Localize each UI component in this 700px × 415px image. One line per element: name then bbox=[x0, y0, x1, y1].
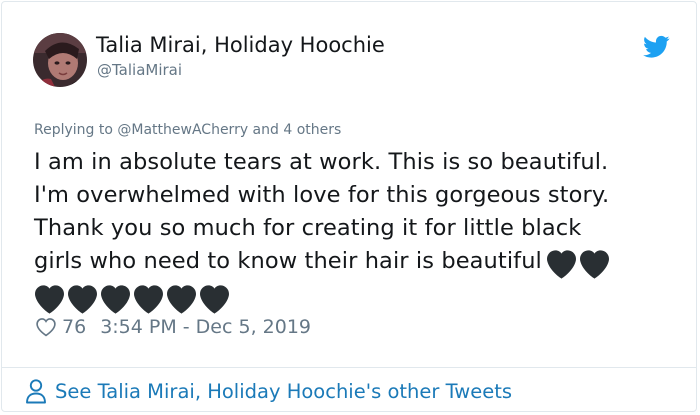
heart-emoji-row bbox=[34, 281, 674, 316]
author-handle[interactable]: @TaliaMirai bbox=[97, 61, 182, 79]
tweet-text: I am in absolute tears at work. This is … bbox=[34, 146, 674, 316]
author-display-name[interactable]: Talia Mirai, Holiday Hoochie bbox=[96, 33, 385, 57]
heart-outline-icon[interactable] bbox=[35, 316, 57, 338]
black-heart-emoji bbox=[134, 285, 163, 314]
see-other-tweets-label: See Talia Mirai, Holiday Hoochie's other… bbox=[55, 379, 513, 403]
reply-mention-link[interactable]: @MatthewACherry bbox=[117, 122, 248, 138]
like-count[interactable]: 76 bbox=[62, 316, 86, 338]
reply-others-link[interactable]: and 4 others bbox=[248, 122, 342, 138]
black-heart-emoji bbox=[167, 285, 196, 314]
black-heart-emoji bbox=[35, 285, 64, 314]
twitter-bird-icon[interactable] bbox=[643, 35, 670, 59]
avatar-image bbox=[33, 33, 87, 87]
footer-divider bbox=[2, 367, 696, 368]
black-heart-emoji bbox=[101, 285, 130, 314]
tweet-text-line: I'm overwhelmed with love for this gorge… bbox=[34, 182, 610, 208]
embedded-tweet-card: Talia Mirai, Holiday Hoochie @TaliaMirai… bbox=[1, 1, 697, 412]
author-avatar[interactable] bbox=[33, 33, 87, 87]
replying-to-line: Replying to @MatthewACherry and 4 others bbox=[34, 122, 341, 138]
black-heart-emoji bbox=[579, 250, 609, 279]
person-icon bbox=[26, 379, 46, 404]
black-heart-emoji bbox=[546, 250, 576, 279]
black-heart-emoji bbox=[200, 285, 229, 314]
heart-emoji-group bbox=[546, 248, 612, 281]
black-heart-emoji bbox=[68, 285, 97, 314]
replying-to-prefix: Replying to bbox=[34, 122, 118, 138]
tweet-timestamp[interactable]: 3:54 PM - Dec 5, 2019 bbox=[100, 316, 311, 338]
tweet-text-line: Thank you so much for creating it for li… bbox=[34, 215, 582, 241]
tweet-meta: 76 3:54 PM - Dec 5, 2019 bbox=[35, 316, 311, 338]
tweet-text-line: girls who need to know their hair is bea… bbox=[34, 248, 542, 274]
tweet-text-line: I am in absolute tears at work. This is … bbox=[34, 149, 609, 175]
tweet-text-line-with-emoji: girls who need to know their hair is bea… bbox=[34, 245, 674, 281]
see-other-tweets-link[interactable]: See Talia Mirai, Holiday Hoochie's other… bbox=[25, 378, 512, 404]
